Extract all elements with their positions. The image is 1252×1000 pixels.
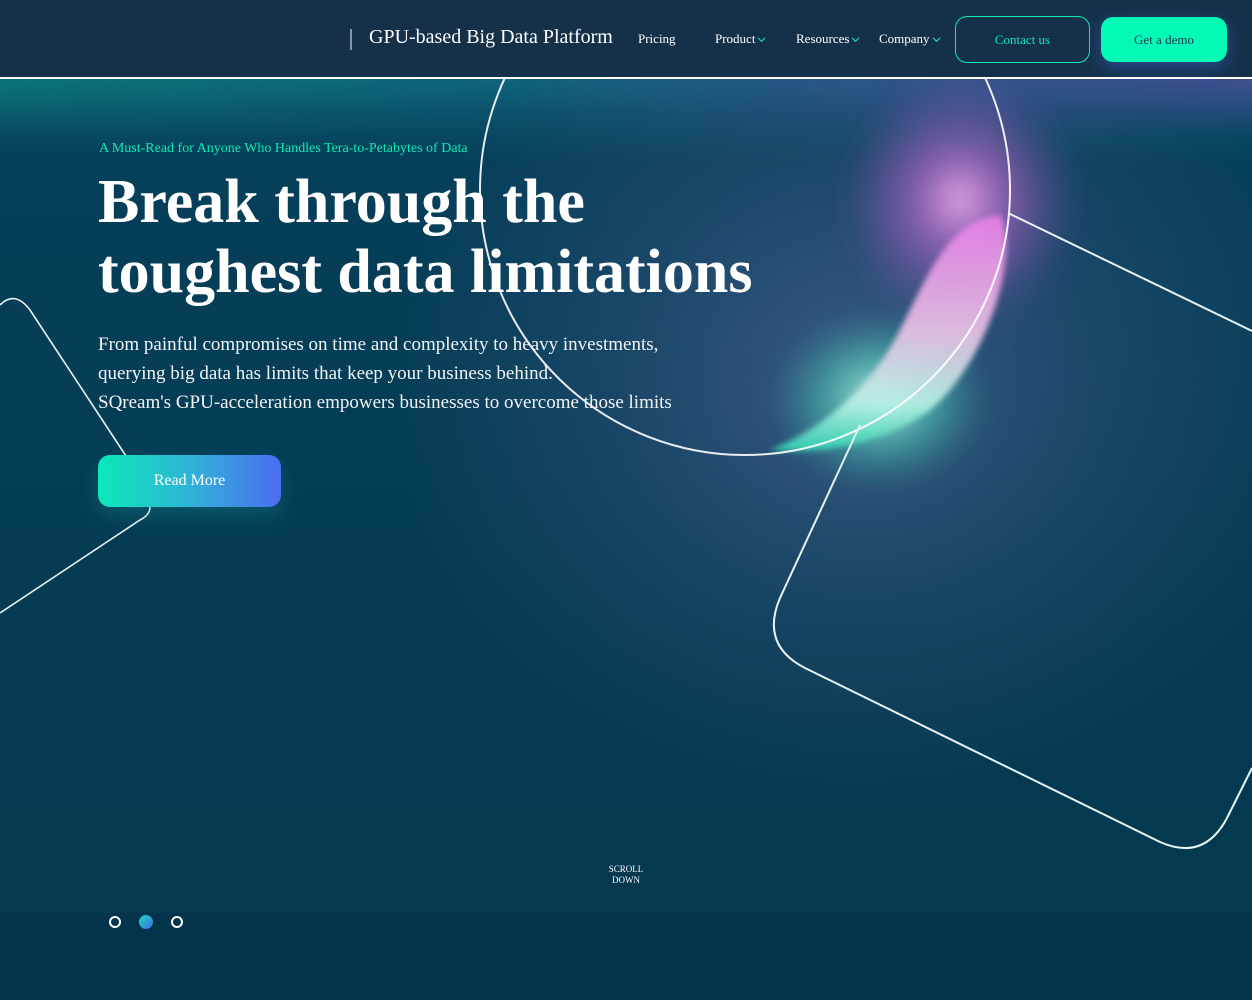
headline-line: Break through the [98, 168, 585, 236]
site-header: GPU-based Big Data Platform Pricing Prod… [0, 0, 1252, 77]
nav-label: Pricing [638, 31, 676, 46]
scroll-label: DOWN [612, 875, 640, 885]
nav-item-company[interactable]: Company [879, 31, 941, 47]
scroll-label: SCROLL [608, 864, 644, 874]
nav-item-product[interactable]: Product [715, 31, 766, 47]
description-line: SQream's GPU-acceleration empowers busin… [98, 392, 672, 413]
nav-label: Product [715, 31, 756, 46]
right-diamond-outline [772, 212, 1252, 850]
brand-title[interactable]: GPU-based Big Data Platform [369, 26, 613, 49]
mint-glow [770, 310, 990, 490]
crescent-highlight [770, 215, 1007, 452]
carousel-dot-1[interactable] [109, 916, 121, 928]
chevron-down-icon [851, 36, 860, 42]
header-divider [0, 77, 1252, 79]
read-more-button[interactable]: Read More [98, 455, 281, 507]
carousel-pagination [109, 915, 183, 929]
hero-top-glow [0, 79, 1252, 139]
headline-line: toughest data limitations [98, 238, 753, 306]
chevron-down-icon [932, 36, 941, 42]
description-line: querying big data has limits that keep y… [98, 363, 553, 384]
carousel-dot-2-active[interactable] [139, 915, 153, 929]
hero-section: A Must-Read for Anyone Who Handles Tera-… [0, 79, 1252, 913]
get-demo-button[interactable]: Get a demo [1101, 17, 1227, 62]
carousel-dot-3[interactable] [171, 916, 183, 928]
nav-item-resources[interactable]: Resources [796, 31, 860, 47]
brand-divider [350, 29, 352, 50]
description-line: From painful compromises on time and com… [98, 334, 659, 355]
chevron-down-icon [757, 36, 766, 42]
contact-us-button[interactable]: Contact us [955, 16, 1090, 63]
scroll-down-link[interactable]: SCROLL DOWN [596, 864, 656, 886]
hero-kicker: A Must-Read for Anyone Who Handles Tera-… [99, 141, 468, 156]
next-section [0, 913, 1252, 1000]
nav-item-pricing[interactable]: Pricing [638, 31, 676, 47]
nav-label: Resources [796, 31, 850, 46]
nav-label: Company [879, 31, 930, 46]
hero-headline: Break through the toughest data limitati… [98, 167, 798, 307]
hero-description: From painful compromises on time and com… [98, 330, 738, 417]
